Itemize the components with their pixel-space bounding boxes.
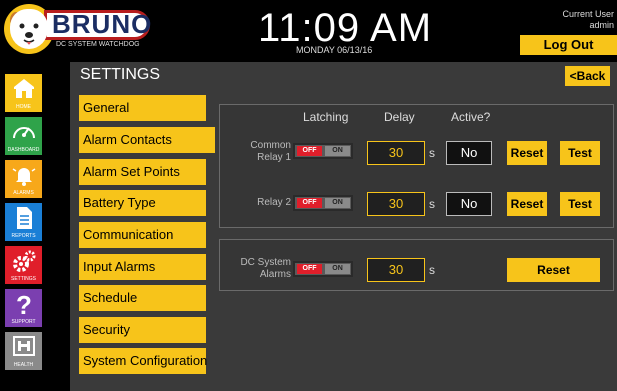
toggle-on: ON: [325, 264, 350, 274]
sidebar-item-label: HEALTH: [13, 362, 34, 368]
brand-tagline: DC SYSTEM WATCHDOG: [56, 41, 140, 48]
menu-item-battery-type[interactable]: Battery Type: [79, 190, 206, 216]
dc-alarms-reset-button[interactable]: Reset: [507, 258, 600, 282]
relay2-latching-toggle[interactable]: OFF ON: [293, 195, 353, 211]
toggle-off: OFF: [297, 198, 322, 208]
relay1-label-line1: Common: [250, 140, 291, 151]
health-icon: [12, 336, 35, 356]
relay2-delay-unit: s: [429, 197, 435, 211]
relay2-delay-input[interactable]: 30: [367, 192, 425, 216]
relay1-latching-toggle[interactable]: OFF ON: [293, 143, 353, 159]
sidebar-item-home[interactable]: HOME: [5, 74, 42, 112]
toggle-on: ON: [325, 146, 350, 156]
sidebar-item-settings[interactable]: SETTINGS: [5, 246, 42, 284]
bell-icon: [12, 168, 35, 186]
menu-item-security[interactable]: Security: [79, 317, 206, 343]
svg-text:?: ?: [16, 292, 32, 318]
relay1-reset-button[interactable]: Reset: [507, 141, 547, 165]
menu-item-input-alarms[interactable]: Input Alarms: [79, 254, 206, 280]
dc-alarms-delay-input[interactable]: 30: [367, 258, 425, 282]
sidebar-item-label: HOME: [16, 104, 31, 110]
gears-icon: [12, 250, 35, 272]
menu-item-alarm-contacts[interactable]: Alarm Contacts: [79, 127, 215, 153]
relay1-test-button[interactable]: Test: [560, 141, 600, 165]
sidebar-item-label: REPORTS: [11, 233, 36, 239]
relay2-active-value: No: [446, 192, 492, 216]
dc-alarms-label: DC System Alarms: [232, 257, 291, 281]
dc-alarms-label-line2: Alarms: [259, 269, 291, 280]
relay2-label: Relay 2: [257, 197, 291, 208]
menu-item-communication[interactable]: Communication: [79, 222, 206, 248]
active-header: Active?: [451, 110, 491, 124]
dc-alarms-toggle[interactable]: OFF ON: [293, 261, 353, 277]
home-icon: [13, 79, 34, 98]
dog-face-icon: [10, 9, 48, 49]
back-button[interactable]: <Back: [565, 66, 610, 86]
sidebar-item-dashboard[interactable]: DASHBOARD: [5, 117, 42, 155]
latching-header: Latching: [303, 110, 349, 124]
sidebar-item-alarms[interactable]: ALARMS: [5, 160, 42, 198]
relay1-active-value: No: [446, 141, 492, 165]
toggle-on: ON: [325, 198, 350, 208]
sidebar-item-label: SUPPORT: [11, 319, 36, 325]
gauge-icon: [12, 127, 35, 139]
menu-item-general[interactable]: General: [79, 95, 206, 121]
relay1-label: Common Relay 1: [240, 140, 291, 164]
brand-name: BRUNO: [52, 9, 153, 39]
relay1-label-line2: Relay 1: [257, 152, 291, 163]
sidebar-item-reports[interactable]: REPORTS: [5, 203, 42, 241]
toggle-off: OFF: [297, 264, 322, 274]
question-icon: ?: [16, 292, 32, 318]
menu-item-system-configuration[interactable]: System Configuration: [79, 348, 207, 374]
relay1-delay-input[interactable]: 30: [367, 141, 425, 165]
sidebar-item-health[interactable]: HEALTH: [5, 332, 42, 370]
delay-header: Delay: [384, 110, 415, 124]
page-title: SETTINGS: [80, 66, 161, 83]
current-user-name: admin: [589, 20, 614, 30]
document-icon: [16, 207, 32, 229]
clock-date: MONDAY 06/13/16: [296, 45, 373, 55]
sidebar-item-label: ALARMS: [13, 190, 34, 196]
dc-alarms-label-line1: DC System: [240, 257, 291, 268]
dc-alarms-delay-unit: s: [429, 263, 435, 277]
current-user: Current User admin: [562, 9, 614, 31]
relay2-test-button[interactable]: Test: [560, 192, 600, 216]
menu-item-alarm-set-points[interactable]: Alarm Set Points: [79, 159, 206, 185]
relay2-reset-button[interactable]: Reset: [507, 192, 547, 216]
sidebar-item-label: SETTINGS: [10, 276, 36, 282]
sidebar: HOME DASHBOARD ALARMS REPORTS SETTINGS ?…: [0, 62, 45, 391]
sidebar-item-label: DASHBOARD: [7, 147, 40, 153]
sidebar-item-support[interactable]: ? SUPPORT: [5, 289, 42, 327]
toggle-off: OFF: [297, 146, 322, 156]
current-user-label: Current User: [562, 9, 614, 19]
logout-button[interactable]: Log Out: [520, 35, 617, 55]
relay1-delay-unit: s: [429, 146, 435, 160]
menu-item-schedule[interactable]: Schedule: [79, 285, 206, 311]
